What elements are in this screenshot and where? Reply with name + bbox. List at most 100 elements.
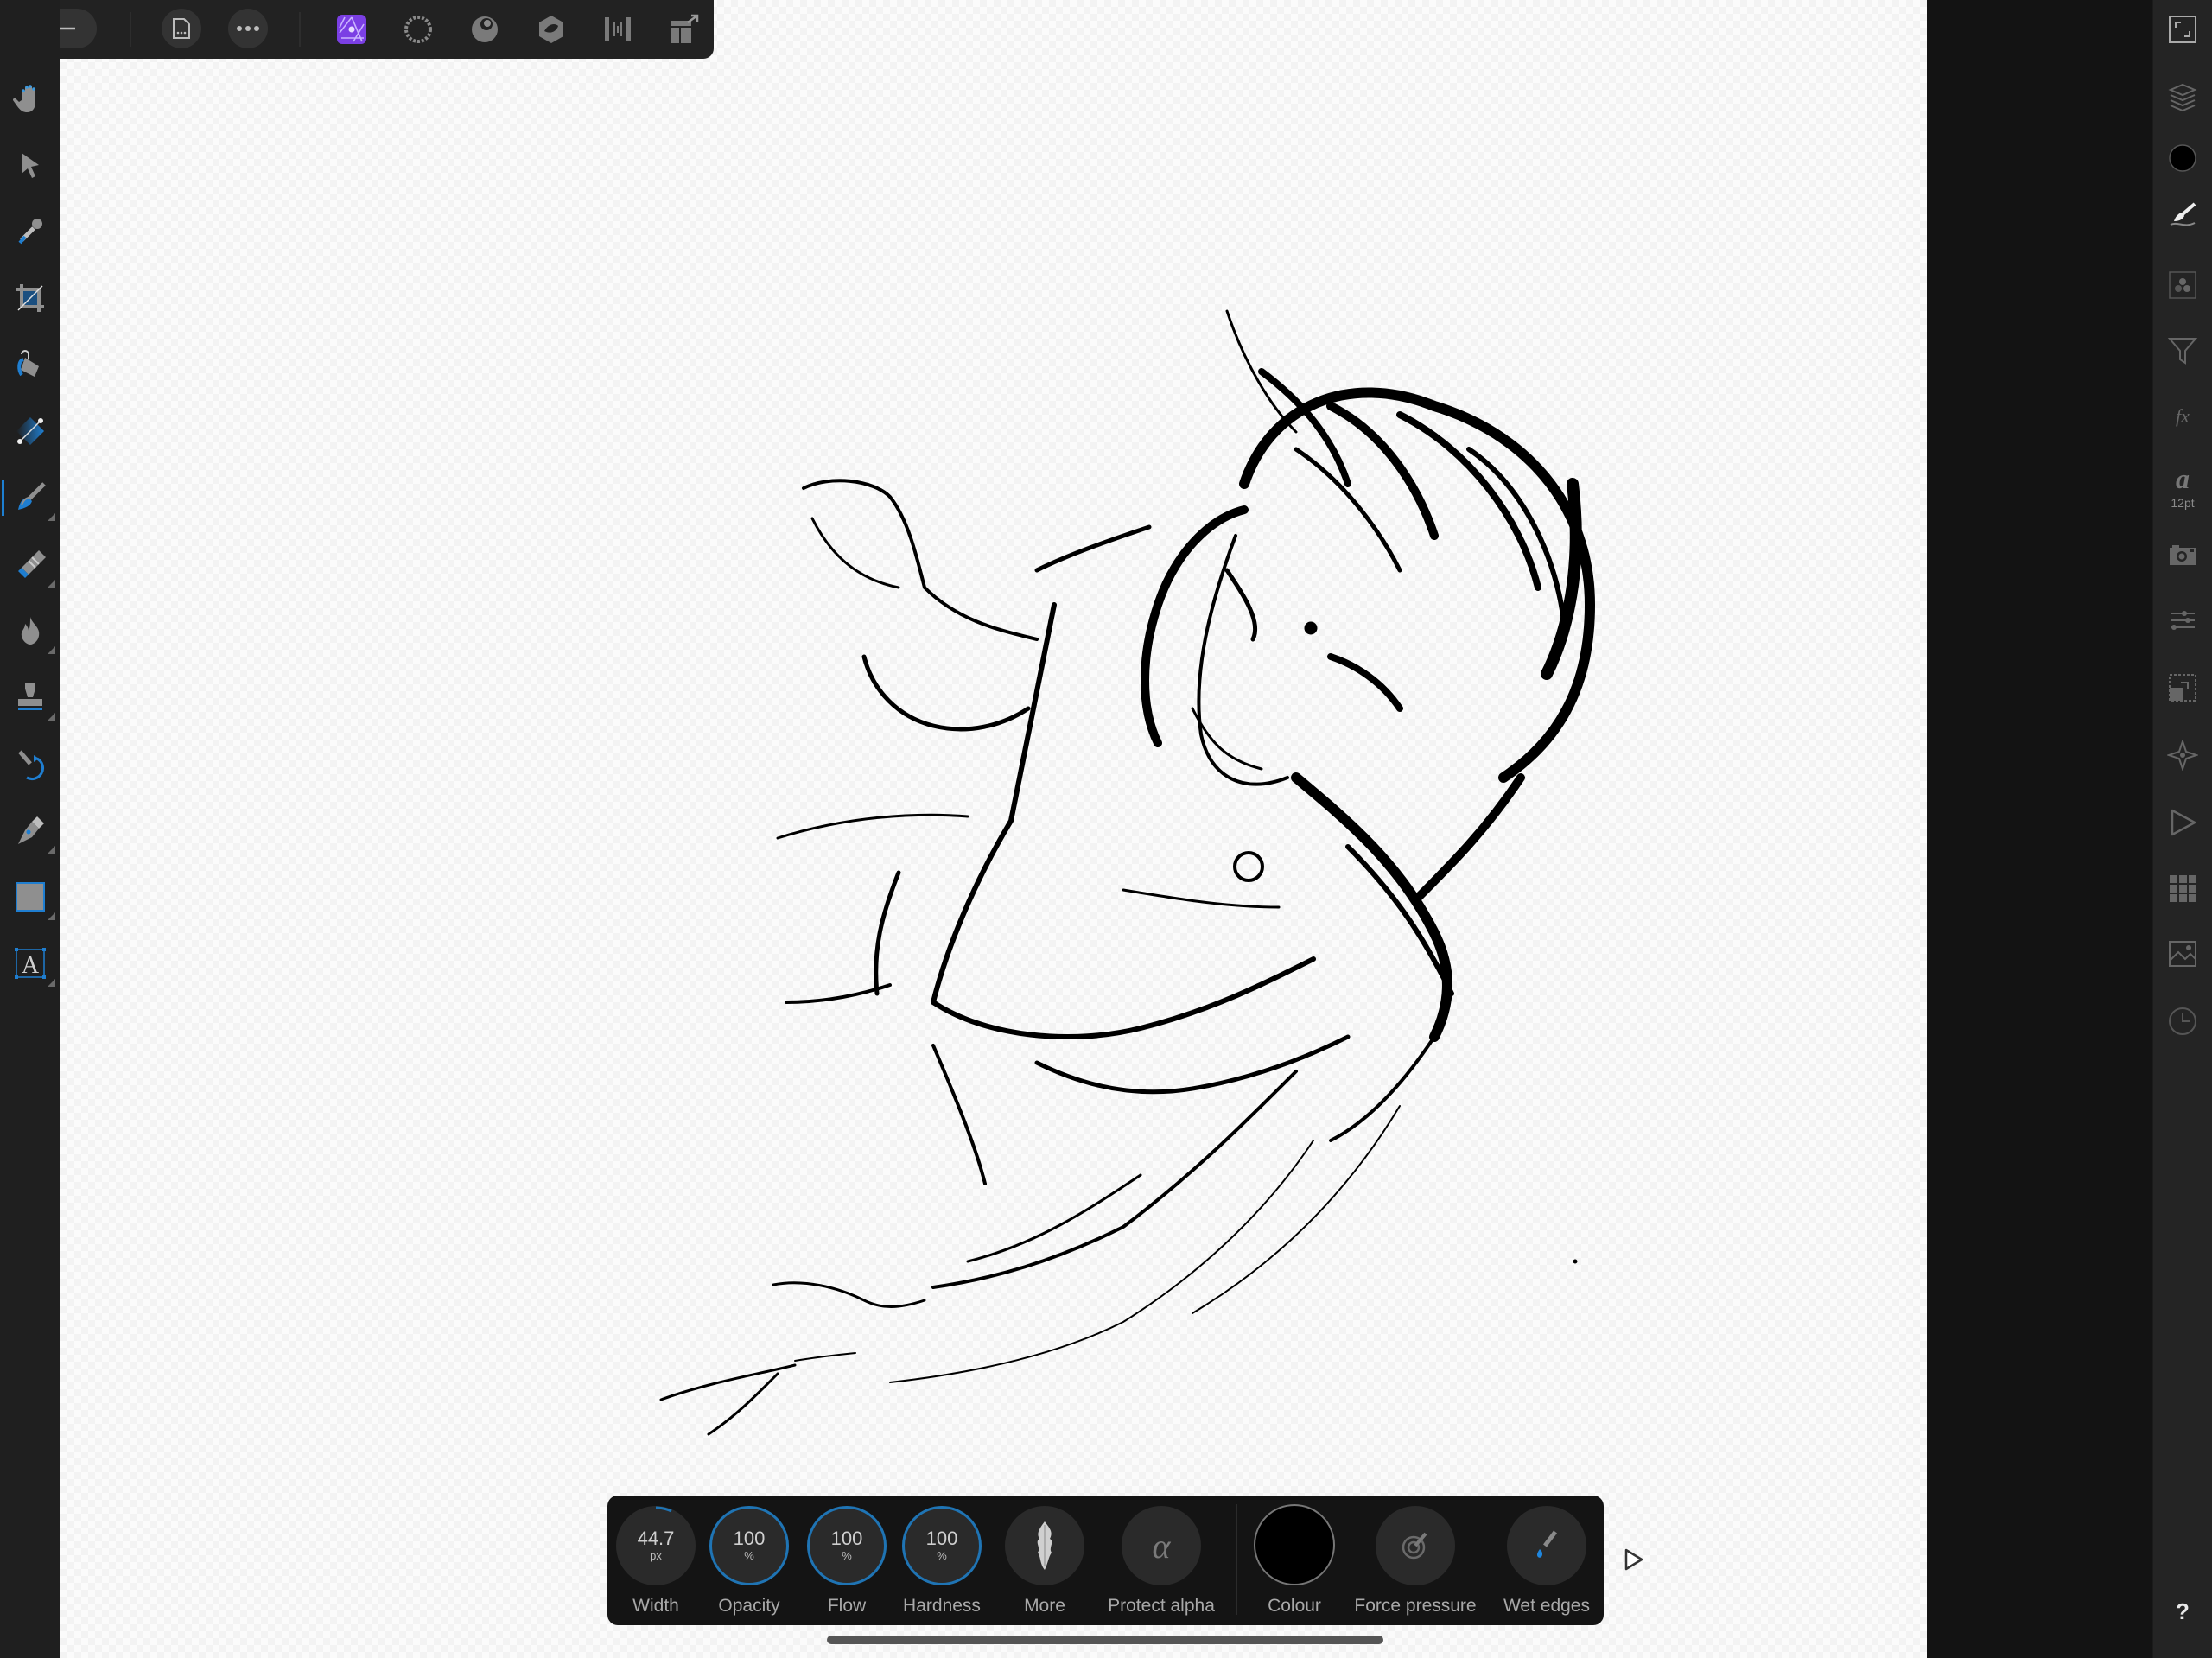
wet-edges-control[interactable]: Wet edges — [1493, 1496, 1600, 1625]
hardness-dial[interactable]: 100 % — [902, 1506, 982, 1585]
force-pressure-icon — [1402, 1532, 1427, 1560]
navigator-studio-button[interactable] — [2165, 12, 2200, 47]
liquify-persona-icon — [404, 16, 432, 43]
protect-alpha-control[interactable]: α Protect alpha — [1096, 1496, 1226, 1625]
top-toolbar — [0, 0, 714, 59]
toolbar-divider — [299, 12, 301, 47]
tone-mapping-persona-button[interactable] — [532, 10, 570, 48]
effects-studio-button[interactable]: fx — [2165, 399, 2200, 434]
sketch-artwork — [659, 309, 1595, 1436]
wet-edges-label: Wet edges — [1503, 1596, 1590, 1616]
more-label: More — [1024, 1596, 1065, 1616]
transform-studio-button[interactable] — [2165, 603, 2200, 638]
toolbar-divider — [1236, 1504, 1237, 1615]
tools-panel: A — [0, 0, 60, 1658]
more-control[interactable]: More — [1003, 1496, 1086, 1625]
stamp-icon — [18, 683, 42, 710]
move-tool[interactable] — [9, 143, 52, 187]
text-icon: A — [15, 948, 46, 979]
liquify-persona-button[interactable] — [399, 10, 437, 48]
navigator-compass-studio-button[interactable] — [2165, 738, 2200, 772]
opacity-control[interactable]: 100 % Opacity — [708, 1496, 791, 1625]
hardness-control[interactable]: 100 % Hardness — [894, 1496, 989, 1625]
expand-toolbar-icon[interactable] — [1621, 1547, 1647, 1572]
color-picker-tool[interactable] — [9, 210, 52, 253]
develop-persona-icon — [472, 16, 498, 42]
brushes-studio-button[interactable] — [2165, 199, 2200, 233]
document-menu-button[interactable] — [162, 9, 201, 48]
studio-panel: fx a 12pt ? — [2153, 0, 2212, 1658]
clone-brush-tool[interactable] — [9, 676, 55, 721]
wet-edges-icon — [1536, 1530, 1557, 1558]
hardness-unit: % — [937, 1549, 947, 1562]
artistic-text-tool[interactable]: A — [9, 942, 55, 987]
rectangle-icon — [16, 882, 45, 912]
history-studio-button[interactable] — [2165, 1004, 2200, 1039]
gradient-icon — [16, 417, 44, 445]
force-pressure-toggle[interactable] — [1376, 1506, 1455, 1585]
eraser-icon — [18, 550, 46, 578]
develop-persona-button[interactable] — [466, 10, 504, 48]
layers-studio-button[interactable] — [2165, 79, 2200, 114]
document-canvas[interactable] — [60, 0, 1927, 1658]
adjustments-studio-button[interactable] — [2165, 334, 2200, 368]
compass-icon — [2167, 740, 2198, 771]
selection-icon — [2169, 674, 2196, 702]
protect-alpha-label: Protect alpha — [1108, 1596, 1215, 1616]
ellipsis-icon — [237, 26, 259, 31]
photo-persona-button[interactable] — [333, 10, 371, 48]
horizontal-scrollbar[interactable] — [827, 1636, 1383, 1644]
undo-brush-tool[interactable] — [9, 742, 52, 785]
brush-context-toolbar: 44.7 px Width 100 % Opacity 100 % Flow 1… — [607, 1496, 1604, 1625]
colour-studio-button[interactable] — [2165, 141, 2200, 175]
stock-studio-button[interactable] — [2165, 871, 2200, 905]
snapshots-studio-button[interactable] — [2165, 537, 2200, 572]
flow-control[interactable]: 100 % Flow — [805, 1496, 888, 1625]
force-pressure-control[interactable]: Force pressure — [1346, 1496, 1484, 1625]
width-dial[interactable]: 44.7 px — [616, 1506, 696, 1585]
help-button[interactable]: ? — [2153, 1598, 2212, 1625]
export-persona-button[interactable] — [599, 10, 637, 48]
macros-studio-button[interactable] — [2165, 805, 2200, 840]
width-control[interactable]: 44.7 px Width — [614, 1496, 697, 1625]
erase-brush-tool[interactable] — [9, 543, 55, 588]
colour-control[interactable]: Colour — [1247, 1496, 1342, 1625]
opacity-label: Opacity — [718, 1596, 780, 1616]
grid-icon — [2170, 875, 2196, 902]
view-tool[interactable] — [9, 77, 52, 120]
svg-text:A: A — [22, 952, 40, 979]
subtools-indicator — [48, 713, 55, 721]
more-button[interactable] — [228, 9, 268, 48]
width-progress-arc — [655, 1506, 672, 1513]
image-studio-button[interactable] — [2165, 937, 2200, 971]
gradient-tool[interactable] — [9, 410, 52, 453]
opacity-dial[interactable]: 100 % — [709, 1506, 789, 1585]
protect-alpha-toggle[interactable]: α — [1122, 1506, 1201, 1585]
flow-dial[interactable]: 100 % — [807, 1506, 887, 1585]
selection-studio-button[interactable] — [2165, 670, 2200, 705]
alpha-icon: α — [1152, 1526, 1171, 1566]
force-pressure-label: Force pressure — [1354, 1596, 1477, 1616]
brush-stroke-preview-icon — [1037, 1521, 1052, 1570]
crop-tool[interactable] — [9, 276, 52, 320]
font-size-label: 12pt — [2171, 496, 2195, 510]
more-button[interactable] — [1005, 1506, 1084, 1585]
flood-fill-tool[interactable] — [9, 343, 52, 386]
paint-brush-tool[interactable] — [2, 476, 55, 521]
rectangle-tool[interactable] — [9, 875, 55, 920]
export-persona-icon — [605, 17, 631, 41]
dodge-brush-tool[interactable] — [9, 609, 55, 654]
pen-tool[interactable] — [9, 809, 55, 854]
channels-studio-button[interactable] — [2165, 268, 2200, 302]
width-label: Width — [632, 1596, 679, 1616]
wet-edges-toggle[interactable] — [1507, 1506, 1586, 1585]
text-styles-studio-button[interactable]: a — [2165, 461, 2200, 495]
sliders-icon — [2171, 611, 2195, 630]
panel-gutter — [1927, 0, 2152, 1658]
colour-swatch[interactable] — [1254, 1504, 1335, 1585]
macro-persona-button[interactable] — [665, 10, 703, 48]
brush-studio-icon — [2170, 202, 2196, 226]
opacity-value: 100 — [733, 1528, 766, 1549]
camera-icon — [2170, 545, 2196, 565]
flow-label: Flow — [827, 1596, 867, 1616]
